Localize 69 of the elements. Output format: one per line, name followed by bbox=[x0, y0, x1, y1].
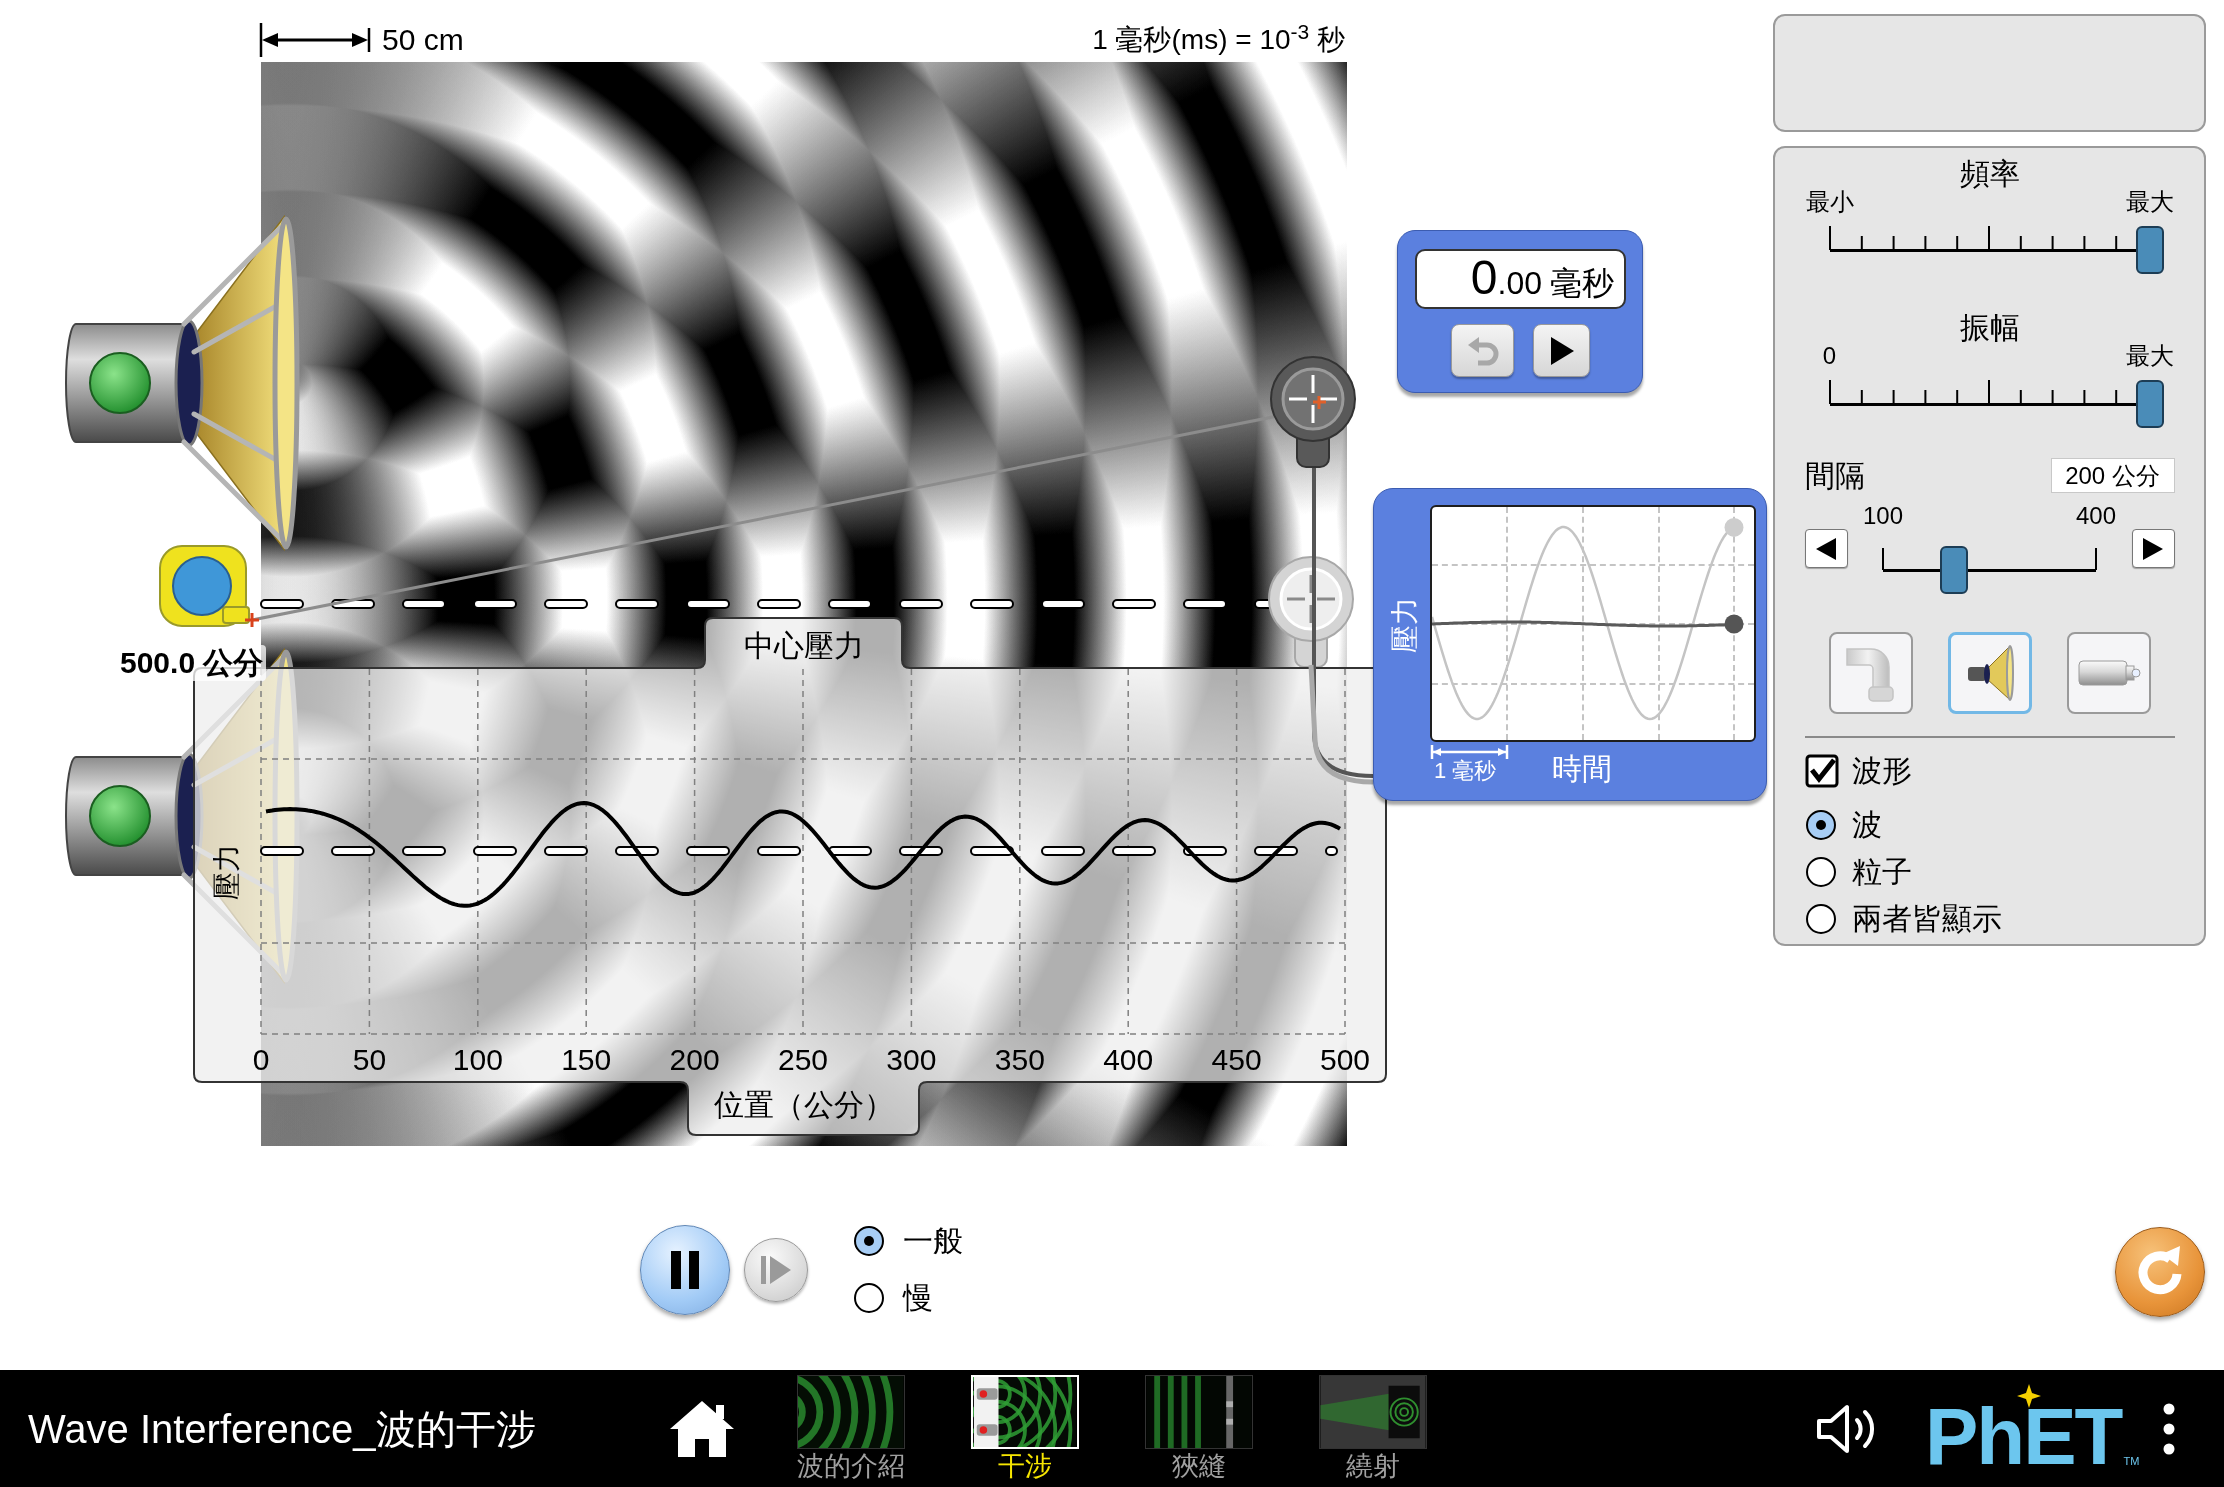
thumb[interactable] bbox=[2135, 226, 2164, 274]
right-triangle-icon bbox=[2142, 536, 2164, 561]
axis-title: 時間 bbox=[1552, 751, 1612, 787]
play-button[interactable] bbox=[1533, 324, 1590, 377]
view-option[interactable]: 粒子 bbox=[1804, 855, 1912, 889]
chart-title: 中心壓力 bbox=[743, 628, 864, 664]
screen-tab[interactable]: 狹縫 bbox=[1139, 1375, 1259, 1482]
step-forward-icon bbox=[761, 1256, 791, 1284]
slider-title: 振幅 bbox=[1959, 313, 2020, 343]
thumb[interactable] bbox=[2135, 380, 2164, 428]
home-icon[interactable] bbox=[668, 1398, 736, 1459]
step-forward-button[interactable] bbox=[744, 1238, 808, 1302]
increase-button[interactable] bbox=[2131, 529, 2175, 568]
axis-tick-label: 350 bbox=[994, 1042, 1045, 1078]
axis-tick-label: 500 bbox=[1319, 1042, 1371, 1078]
axis-tick-label: 50 bbox=[352, 1042, 387, 1078]
screen-tab[interactable]: 繞射 bbox=[1313, 1375, 1433, 1482]
crosshair-probe-icon[interactable] bbox=[1268, 355, 1358, 469]
stripes-icon bbox=[1145, 1375, 1253, 1449]
screen-tab[interactable]: 波的介紹 bbox=[791, 1375, 911, 1482]
view-option[interactable]: 兩者皆顯示 bbox=[1804, 902, 2002, 936]
speed-option[interactable]: 慢 bbox=[853, 1281, 963, 1315]
pause-button[interactable] bbox=[640, 1225, 730, 1315]
screen-tab[interactable]: 干涉 bbox=[965, 1375, 1085, 1482]
pause-icon bbox=[668, 1250, 702, 1290]
slider-title: 頻率 bbox=[1959, 159, 2020, 189]
slider-max-label: 最大 bbox=[2125, 189, 2174, 215]
axis-title: 壓力 bbox=[211, 844, 243, 900]
axis-tick-label: 250 bbox=[777, 1042, 829, 1078]
source-button[interactable] bbox=[1947, 632, 2032, 714]
separation-label: 間隔 bbox=[1804, 458, 1865, 493]
trace-marker-icon bbox=[1724, 517, 1744, 537]
axis-tick-label: 100 bbox=[452, 1042, 503, 1078]
play-icon bbox=[1548, 335, 1575, 366]
left-triangle-icon bbox=[1815, 536, 1837, 561]
slider-min-label: 最小 bbox=[1805, 189, 1854, 215]
logo[interactable]: PhETTM bbox=[1925, 1383, 2140, 1474]
time-scale-label: 1 毫秒 bbox=[1434, 759, 1497, 783]
axis-title: 壓力 bbox=[1389, 597, 1421, 653]
axis-title: 位置（公分） bbox=[713, 1087, 894, 1123]
time-chart-panel[interactable]: 壓力 1 毫秒 時間 bbox=[1373, 488, 1767, 801]
slider-max-label: 400 bbox=[2076, 503, 2116, 529]
beam-target-icon bbox=[1319, 1375, 1427, 1449]
crosshair-probe-icon[interactable] bbox=[1266, 555, 1356, 669]
slider-min-label: 0 bbox=[1822, 343, 1837, 369]
time-unit-note: 1 毫秒(ms) = 10$^{-3}$ 秒 bbox=[1092, 22, 1345, 57]
axis-tick-label: 450 bbox=[1211, 1042, 1262, 1078]
trace-marker-icon bbox=[1724, 614, 1744, 634]
two-source-waves-icon bbox=[971, 1375, 1079, 1449]
view-option[interactable]: 波 bbox=[1804, 808, 1882, 842]
axis-tick-label: 400 bbox=[1103, 1042, 1154, 1078]
reset-all-button[interactable] bbox=[2115, 1227, 2205, 1317]
separation-value: 200 公分 bbox=[2050, 458, 2175, 493]
wave-rings-icon bbox=[797, 1375, 905, 1449]
sim-title: Wave Interference_波的干涉 bbox=[28, 1406, 536, 1451]
decrease-button[interactable] bbox=[1804, 529, 1848, 568]
waveform-checkbox[interactable]: 波形 bbox=[1804, 754, 1912, 788]
time-readout: 0.00 毫秒 bbox=[1415, 249, 1626, 309]
thumb[interactable] bbox=[1939, 546, 1968, 594]
speed-option[interactable]: 一般 bbox=[853, 1224, 963, 1258]
slider-min-label: 100 bbox=[1863, 503, 1903, 529]
axis-tick-label: 0 bbox=[252, 1042, 270, 1078]
stopwatch-panel[interactable]: 0.00 毫秒 bbox=[1397, 230, 1643, 393]
axis-tick-label: 300 bbox=[886, 1042, 937, 1078]
axis-tick-label: 150 bbox=[561, 1042, 612, 1078]
axis-tick-label: 200 bbox=[669, 1042, 720, 1078]
star-icon bbox=[2017, 1383, 2041, 1408]
slider-max-label: 最大 bbox=[2125, 343, 2174, 369]
scale-label: 50 cm bbox=[382, 22, 464, 58]
